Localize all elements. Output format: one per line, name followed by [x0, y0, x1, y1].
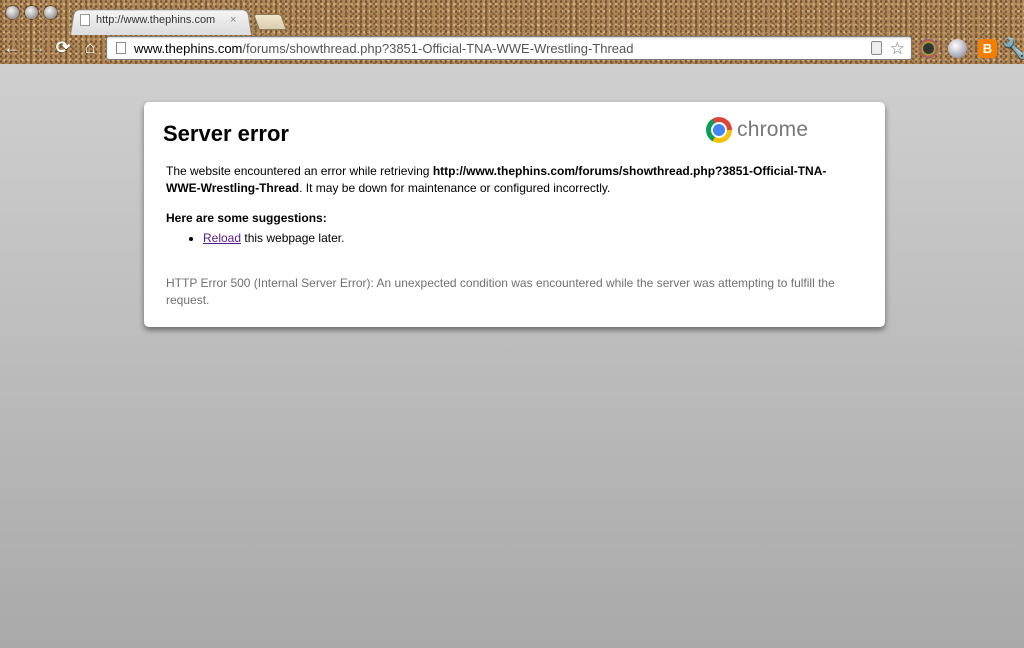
suggestion-text: this webpage later.	[241, 231, 345, 245]
error-detail: HTTP Error 500 (Internal Server Error): …	[166, 276, 835, 307]
page-title: Server error	[163, 121, 289, 146]
list-item: Reload this webpage later.	[203, 230, 344, 247]
url-domain: www.thephins.com	[134, 40, 243, 56]
extension-icon[interactable]	[919, 39, 938, 58]
new-tab-button[interactable]	[253, 14, 287, 30]
chrome-logo-text: chrome	[737, 118, 809, 141]
error-message-post: . It may be down for maintenance or conf…	[299, 181, 611, 195]
tab-close-icon[interactable]: ×	[230, 14, 236, 26]
suggestions-list: Reload this webpage later.	[166, 230, 344, 247]
tab-active[interactable]: http://www.thephins.com ×	[80, 10, 240, 30]
error-message: The website encountered an error while r…	[166, 163, 846, 197]
page-icon	[80, 14, 90, 26]
error-message-pre: The website encountered an error while r…	[166, 164, 433, 178]
back-button[interactable]: ←	[1, 37, 23, 59]
forward-button[interactable]: →	[26, 37, 48, 59]
chrome-logo-icon	[706, 117, 732, 143]
zoom-window-button[interactable]	[44, 6, 57, 19]
reload-link[interactable]: Reload	[203, 231, 241, 245]
window-frame: http://www.thephins.com × ← → ⟳ ⌂ www.th…	[0, 0, 1024, 64]
close-window-button[interactable]	[6, 6, 19, 19]
address-bar[interactable]: www.thephins.com/forums/showthread.php?3…	[106, 36, 912, 60]
page-content: chrome Server error The website encounte…	[0, 64, 1024, 648]
url-path: /forums/showthread.php?3851-Official-TNA…	[242, 40, 634, 56]
reload-button[interactable]: ⟳	[52, 37, 74, 59]
tab-title: http://www.thephins.com	[96, 14, 216, 26]
page-icon	[116, 42, 126, 54]
suggestions-heading: Here are some suggestions:	[166, 211, 327, 225]
minimize-window-button[interactable]	[25, 6, 38, 19]
chrome-logo: chrome	[706, 117, 808, 143]
home-button[interactable]: ⌂	[79, 37, 101, 59]
page-action-icon[interactable]	[870, 41, 882, 55]
star-icon[interactable]: ☆	[890, 40, 905, 57]
wrench-icon[interactable]: 🔧	[1002, 36, 1024, 61]
toolbar: ← → ⟳ ⌂ www.thephins.com/forums/showthre…	[0, 33, 1024, 64]
error-box: chrome Server error The website encounte…	[144, 102, 885, 327]
globe-icon[interactable]	[948, 39, 967, 58]
address-url[interactable]: www.thephins.com/forums/showthread.php?3…	[134, 41, 871, 56]
blogger-icon[interactable]: B	[978, 39, 997, 58]
